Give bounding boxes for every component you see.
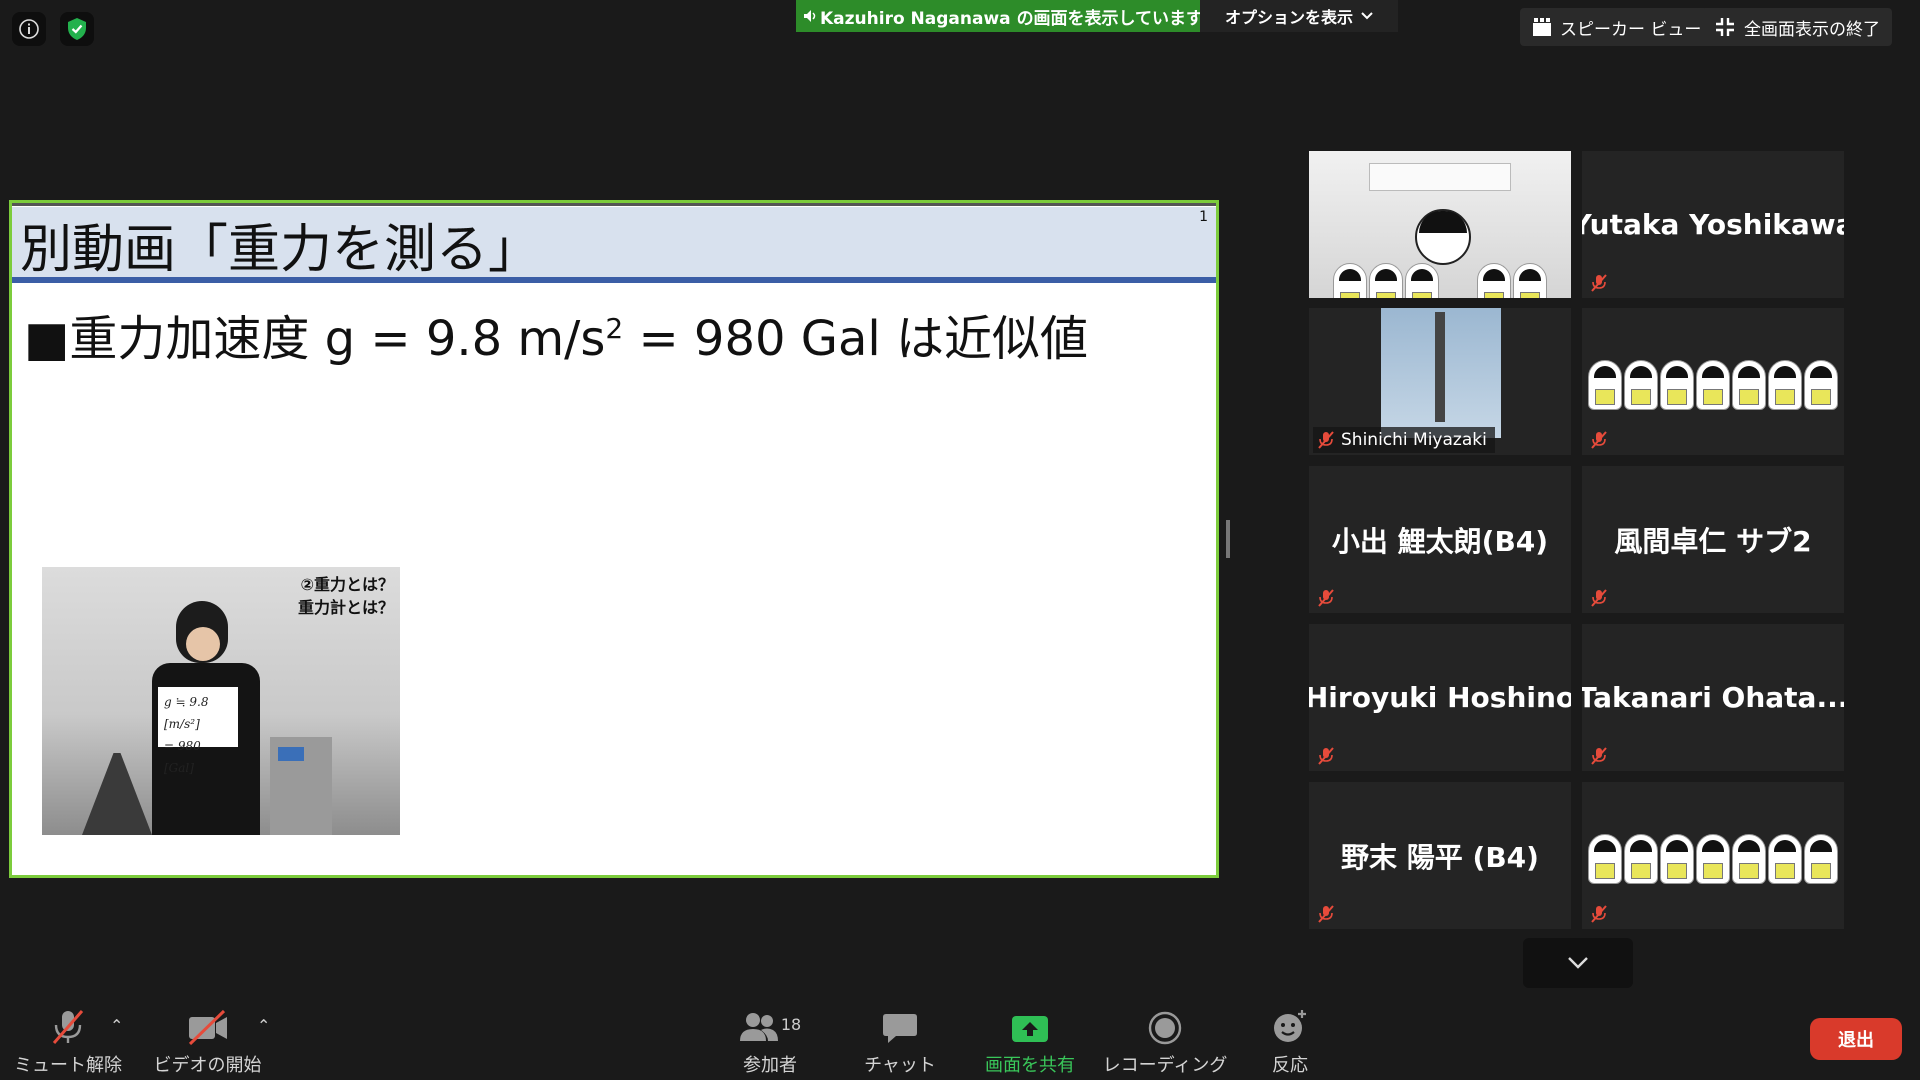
- exit-fullscreen-label: 全画面表示の終了: [1744, 19, 1880, 40]
- share-screen-button[interactable]: 画面を共有: [980, 1003, 1080, 1077]
- view-options-label: オプションを表示: [1224, 8, 1353, 27]
- exit-fullscreen-button[interactable]: 全画面表示の終了: [1702, 8, 1892, 46]
- tile-name: Yutaka Yoshikawa: [1582, 208, 1844, 241]
- record-icon: [1148, 1011, 1182, 1045]
- chat-button[interactable]: チャット: [860, 1003, 940, 1077]
- slide-title: 別動画「重力を測る」: [20, 220, 541, 280]
- name-label: Shinichi Miyazaki: [1313, 427, 1495, 453]
- mic-off-icon: [1591, 747, 1607, 765]
- video-tile[interactable]: Yutaka Yoshikawa: [1582, 151, 1844, 298]
- tower-shape: [1435, 312, 1445, 422]
- speaker-icon: [804, 10, 816, 22]
- bullet-text: ■重力加速度 g = 9.8 m/s: [24, 311, 606, 367]
- chevron-down-icon: [1568, 957, 1588, 969]
- video-tile[interactable]: [1309, 151, 1571, 298]
- participants-count: 18: [780, 1015, 802, 1034]
- tripod-shape: [82, 753, 152, 835]
- mic-off-icon: [1318, 747, 1334, 765]
- mascot-strip: [1309, 263, 1571, 298]
- video-options-caret[interactable]: ⌃: [257, 1016, 270, 1035]
- video-tile[interactable]: [1582, 782, 1844, 929]
- mic-off-icon: [1591, 274, 1607, 292]
- handwritten-card: g ≒ 9.8 [m/s²] = 980 [Gal]: [158, 687, 238, 775]
- shared-screen: 別動画「重力を測る」 1 ■重力加速度 g = 9.8 m/s2 = 980 G…: [9, 200, 1219, 878]
- panel-resize-handle[interactable]: [1226, 520, 1230, 558]
- video-off-icon: [188, 1009, 227, 1045]
- video-caption-line-2: 重力計とは？: [297, 598, 394, 617]
- mic-muted-icon: [52, 1010, 84, 1044]
- leave-meeting-button[interactable]: 退出: [1810, 1018, 1902, 1060]
- gallery-scroll-down-button[interactable]: [1523, 938, 1633, 988]
- speaker-view-icon: [1533, 18, 1551, 36]
- video-caption-line-1: ②重力とは？: [300, 575, 394, 594]
- video-tile[interactable]: Takanari Ohata...: [1582, 624, 1844, 771]
- person-face: [186, 627, 220, 661]
- video-tile[interactable]: 野末 陽平 (B4): [1309, 782, 1571, 929]
- tile-name: Shinichi Miyazaki: [1341, 430, 1487, 450]
- mic-off-icon: [1591, 905, 1607, 923]
- video-tile[interactable]: [1582, 308, 1844, 455]
- card-line-2: = 980 [Gal]: [164, 739, 201, 775]
- record-label: レコーディング: [1102, 1055, 1228, 1076]
- security-shield-icon[interactable]: [60, 12, 94, 46]
- tile-name: 風間卓仁 サブ2: [1614, 524, 1812, 558]
- tile-name: 野末 陽平 (B4): [1341, 840, 1539, 874]
- chat-icon: [883, 1014, 917, 1043]
- meeting-info-icon[interactable]: [12, 12, 46, 46]
- reactions-icon: [1274, 1010, 1306, 1042]
- bullet-exponent: 2: [605, 312, 624, 345]
- start-video-label: ビデオの開始: [153, 1055, 262, 1076]
- participants-button[interactable]: 18 参加者: [730, 1003, 810, 1077]
- mic-off-icon: [1591, 589, 1607, 607]
- slide-page-number: 1: [1199, 209, 1208, 225]
- record-button[interactable]: レコーディング: [1103, 1003, 1227, 1077]
- slide-divider: [12, 277, 1216, 283]
- tile-name: 小出 鯉太朗(B4): [1331, 524, 1549, 558]
- participants-label: 参加者: [743, 1055, 797, 1076]
- start-video-button[interactable]: ビデオの開始: [153, 1003, 262, 1077]
- mascot-strip: [1582, 834, 1844, 892]
- leave-label: 退出: [1838, 1030, 1874, 1051]
- video-thumbnail: g ≒ 9.8 [m/s²] = 980 [Gal] ②重力とは？ 重力計とは？: [42, 567, 400, 835]
- chat-label: チャット: [864, 1055, 936, 1076]
- unmute-label: ミュート解除: [14, 1055, 122, 1076]
- mic-off-icon: [1318, 431, 1334, 449]
- exit-fullscreen-icon: [1716, 18, 1734, 36]
- mic-off-icon: [1318, 905, 1334, 923]
- speaker-view-label: スピーカー ビュー: [1560, 19, 1702, 40]
- chevron-down-icon: [1361, 12, 1373, 20]
- bullet-text-end: = 980 Gal は近似値: [623, 311, 1089, 367]
- reactions-button[interactable]: 反応: [1250, 1003, 1330, 1077]
- video-tile[interactable]: 小出 鯉太朗(B4): [1309, 466, 1571, 613]
- video-tile[interactable]: Shinichi Miyazaki: [1309, 308, 1571, 455]
- reactions-label: 反応: [1272, 1055, 1308, 1076]
- slide-top-line: [12, 203, 1216, 206]
- video-caption: ②重力とは？ 重力計とは？: [298, 573, 394, 619]
- screen-share-banner: Kazuhiro Naganawa の画面を表示しています: [796, 0, 1204, 32]
- mic-off-icon: [1591, 431, 1607, 449]
- speaker-view-button[interactable]: スピーカー ビュー: [1520, 8, 1714, 46]
- card-line-1: g ≒ 9.8 [m/s²]: [164, 695, 209, 731]
- mascot-strip: [1582, 360, 1844, 418]
- gravimeter-screen: [278, 747, 304, 761]
- video-tile[interactable]: 風間卓仁 サブ2: [1582, 466, 1844, 613]
- audio-options-caret[interactable]: ⌃: [110, 1016, 123, 1035]
- slide-bullet: ■重力加速度 g = 9.8 m/s2 = 980 Gal は近似値: [24, 299, 1088, 369]
- tile-name: Hiroyuki Hoshino: [1309, 681, 1571, 714]
- share-screen-icon: [1012, 1016, 1048, 1042]
- view-options-button[interactable]: オプションを表示: [1200, 0, 1398, 32]
- share-banner-text: Kazuhiro Naganawa の画面を表示しています: [820, 8, 1204, 29]
- participants-icon-group: 18: [739, 1011, 801, 1045]
- share-screen-label: 画面を共有: [985, 1055, 1075, 1076]
- tile-name: Takanari Ohata...: [1582, 681, 1844, 714]
- participants-icon: [739, 1013, 778, 1041]
- unmute-button[interactable]: ミュート解除: [14, 1003, 122, 1077]
- video-tile[interactable]: Hiroyuki Hoshino: [1309, 624, 1571, 771]
- mic-off-icon: [1318, 589, 1334, 607]
- air-conditioner-shape: [1369, 163, 1511, 191]
